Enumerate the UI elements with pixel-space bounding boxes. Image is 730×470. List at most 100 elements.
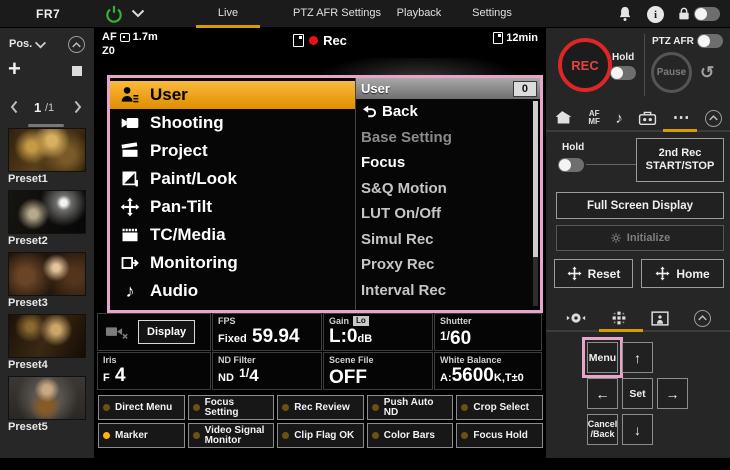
submenu-item-proxy-rec[interactable]: Proxy Rec [356, 252, 540, 278]
power-chevron-down-icon[interactable] [131, 9, 145, 19]
submenu-scrollbar-thumb[interactable] [533, 101, 538, 257]
dpad-down-button[interactable]: ↓ [622, 414, 653, 445]
subject-tracking-icon[interactable] [651, 311, 669, 326]
page-next-icon[interactable] [74, 100, 84, 114]
pan-tilt-reset-button[interactable]: Reset [554, 259, 633, 288]
preset-4-thumbnail[interactable] [8, 314, 86, 358]
scene-file-cell[interactable]: Scene File OFF [323, 352, 433, 390]
add-preset-button[interactable]: + [8, 58, 21, 80]
tab-live[interactable]: Live [190, 0, 266, 28]
initialize-button[interactable]: Initialize [556, 225, 724, 251]
dpad-grid-icon[interactable] [611, 310, 627, 326]
ptz-afr-toggle[interactable] [697, 34, 723, 48]
preset-5-thumbnail[interactable] [8, 376, 86, 420]
assign-lamp-on-icon [103, 432, 110, 439]
shutter-cell[interactable]: Shutter 1/60 [434, 313, 542, 351]
direct-menu-button[interactable]: Direct Menu [98, 395, 185, 420]
camera-off-icon[interactable] [105, 324, 129, 341]
info-icon[interactable]: i [647, 6, 665, 24]
iris-cell[interactable]: Iris F 4 [97, 352, 211, 390]
preset-2[interactable]: Preset2 [8, 190, 86, 247]
push-auto-nd-button[interactable]: Push Auto ND [367, 395, 454, 420]
assign-lamp-icon [282, 404, 289, 411]
user-icon [118, 85, 142, 105]
preset-1-thumbnail[interactable] [8, 128, 86, 172]
pan-tilt-home-button[interactable]: Home [641, 259, 724, 288]
submenu-item-interval-rec[interactable]: Interval Rec [356, 278, 540, 304]
focus-hold-button[interactable]: Focus Hold [456, 423, 543, 448]
page-prev-icon[interactable] [10, 100, 20, 114]
collapse-panel-icon[interactable] [68, 36, 85, 53]
menu-item-user[interactable]: User [110, 81, 355, 109]
pause-button[interactable]: Pause [651, 52, 692, 93]
submenu-item-sq-motion[interactable]: S&Q Motion [356, 176, 540, 202]
menu-item-shooting[interactable]: Shooting [110, 109, 355, 137]
media-remaining: 12min [493, 32, 538, 44]
submenu-item-focus[interactable]: Focus [356, 150, 540, 176]
more-tab-icon[interactable]: ⋯ [673, 111, 690, 125]
preset-group-label[interactable]: Pos. [9, 38, 32, 50]
joystick-icon[interactable] [566, 311, 586, 325]
menu-item-paint-look[interactable]: Paint/Look [110, 165, 355, 193]
tab-playback[interactable]: Playback [382, 0, 456, 28]
camera-menu-overlay: User Shooting Project Paint/Look Pan-Til… [107, 75, 543, 313]
nd-filter-cell[interactable]: ND Filter ND 1/4 [212, 352, 322, 390]
tab-settings[interactable]: Settings [458, 0, 526, 28]
preset-4[interactable]: Preset4 [8, 314, 86, 371]
menu-item-pan-tilt[interactable]: Pan-Tilt [110, 193, 355, 221]
preset-1[interactable]: Preset1 [8, 128, 86, 185]
rec-hold-toggle[interactable] [610, 66, 636, 80]
lock-toggle[interactable] [694, 7, 720, 21]
dpad-up-button[interactable]: ↑ [622, 342, 653, 373]
media-tab-icon[interactable] [638, 110, 657, 126]
menu-item-monitoring[interactable]: Monitoring [110, 249, 355, 277]
gain-cell[interactable]: GainLo L:0dB [323, 313, 433, 351]
submenu-scrollbar[interactable] [533, 101, 538, 306]
tab-ptz-afr-settings[interactable]: PTZ AFR Settings [280, 0, 394, 28]
focus-setting-button[interactable]: Focus Setting [188, 395, 275, 420]
preset-group-chevron-down-icon[interactable] [34, 41, 47, 49]
refresh-icon[interactable]: ↺ [700, 64, 714, 81]
preset-3-thumbnail[interactable] [8, 252, 86, 296]
power-icon[interactable] [104, 4, 124, 24]
collapse-section-icon[interactable] [705, 110, 722, 127]
submenu-item-simul-rec[interactable]: Simul Rec [356, 227, 540, 253]
stop-button[interactable] [72, 66, 82, 76]
rec-button[interactable]: REC [558, 38, 612, 92]
preset-5[interactable]: Preset5 [8, 376, 86, 433]
full-screen-display-button[interactable]: Full Screen Display [556, 192, 724, 219]
preset-3[interactable]: Preset3 [8, 252, 86, 309]
home-icon[interactable] [555, 109, 573, 127]
dpad-menu-button[interactable]: Menu [587, 342, 618, 373]
dpad-set-button[interactable]: Set [622, 378, 653, 409]
submenu-item-base-setting[interactable]: Base Setting [356, 125, 540, 151]
collapse-section-icon[interactable] [694, 310, 711, 327]
menu-item-audio[interactable]: ♪ Audio [110, 277, 355, 305]
submenu-item-lut-on-off[interactable]: LUT On/Off [356, 201, 540, 227]
crop-select-button[interactable]: Crop Select [456, 395, 543, 420]
dpad-left-button[interactable]: ← [587, 378, 618, 409]
dpad-cancel-back-button[interactable]: Cancel/Back [587, 414, 618, 445]
menu-item-project[interactable]: Project [110, 137, 355, 165]
second-rec-hold-toggle[interactable] [558, 158, 584, 172]
marker-button[interactable]: Marker [98, 423, 185, 448]
bell-icon[interactable] [616, 5, 634, 23]
color-bars-button[interactable]: Color Bars [367, 423, 454, 448]
preset-panel: Pos. + 1 /1 Preset1 Preset2 Preset3 [0, 28, 95, 458]
audio-tab-icon[interactable]: ♪ [615, 110, 623, 127]
paint-icon [118, 169, 142, 189]
display-button[interactable]: Display [138, 320, 195, 344]
video-signal-monitor-button[interactable]: Video Signal Monitor [188, 423, 275, 448]
preset-page-scrollbar[interactable] [28, 124, 64, 127]
submenu-item-back[interactable]: Back [356, 99, 540, 125]
menu-item-tc-media[interactable]: TC/Media [110, 221, 355, 249]
white-balance-cell[interactable]: White Balance A:5600K,T±0 [434, 352, 542, 390]
fps-cell[interactable]: FPS Fixed 59.94 [212, 313, 322, 351]
second-rec-button[interactable]: 2nd RecSTART/STOP [636, 138, 724, 182]
preset-2-thumbnail[interactable] [8, 190, 86, 234]
camera-icon [118, 113, 142, 133]
clip-flag-ok-button[interactable]: Clip Flag OK [277, 423, 364, 448]
dpad-right-button[interactable]: → [657, 378, 688, 409]
af-mf-icon[interactable]: AFMF [588, 110, 600, 126]
rec-review-button[interactable]: Rec Review [277, 395, 364, 420]
